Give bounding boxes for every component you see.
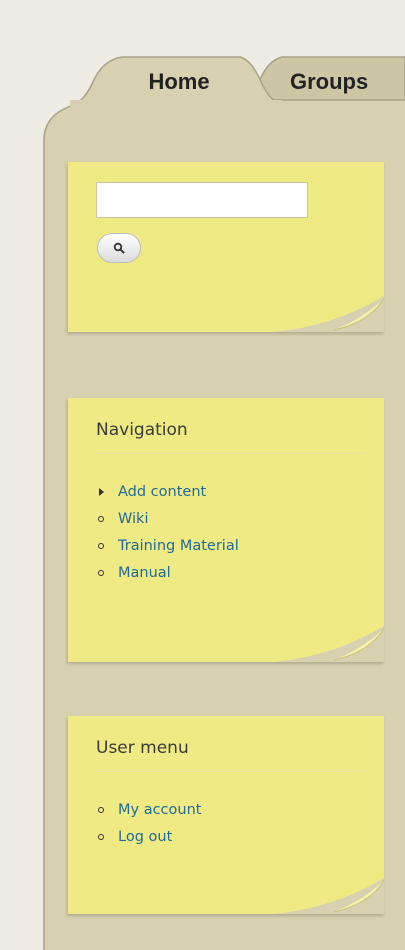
nav-item-wiki: Wiki (96, 505, 239, 532)
page-curl-decoration (274, 626, 384, 662)
user-menu-link-log-out[interactable]: Log out (118, 829, 172, 845)
tab-groups[interactable]: Groups (278, 59, 405, 105)
user-menu-item-my-account: My account (96, 796, 201, 823)
navigation-block: Navigation Add content Wiki Training Mat… (68, 398, 384, 662)
user-menu-divider (96, 771, 366, 772)
user-menu-list: My account Log out (96, 796, 201, 850)
bullet-icon (96, 805, 106, 815)
navigation-title: Navigation (96, 420, 188, 440)
bullet-icon (96, 541, 106, 551)
search-icon (113, 242, 125, 254)
nav-item-manual: Manual (96, 559, 239, 586)
bullet-icon (96, 514, 106, 524)
page-curl-decoration (274, 296, 384, 332)
navigation-divider (96, 453, 366, 454)
bullet-icon (96, 568, 106, 578)
nav-link-add-content[interactable]: Add content (118, 484, 206, 500)
navigation-list: Add content Wiki Training Material Manua… (96, 478, 239, 586)
search-button[interactable] (97, 233, 141, 263)
nav-link-manual[interactable]: Manual (118, 565, 171, 581)
page-curl-decoration (274, 878, 384, 914)
nav-link-training-material[interactable]: Training Material (118, 538, 239, 554)
user-menu-block: User menu My account Log out (68, 716, 384, 914)
search-input[interactable] (96, 182, 308, 218)
nav-item-add-content: Add content (96, 478, 239, 505)
expand-arrow-icon (96, 487, 106, 497)
nav-link-wiki[interactable]: Wiki (118, 511, 148, 527)
search-block (68, 162, 384, 332)
user-menu-link-my-account[interactable]: My account (118, 802, 201, 818)
nav-item-training-material: Training Material (96, 532, 239, 559)
bullet-icon (96, 832, 106, 842)
user-menu-item-log-out: Log out (96, 823, 201, 850)
user-menu-title: User menu (96, 738, 189, 758)
tab-home[interactable]: Home (104, 59, 254, 105)
